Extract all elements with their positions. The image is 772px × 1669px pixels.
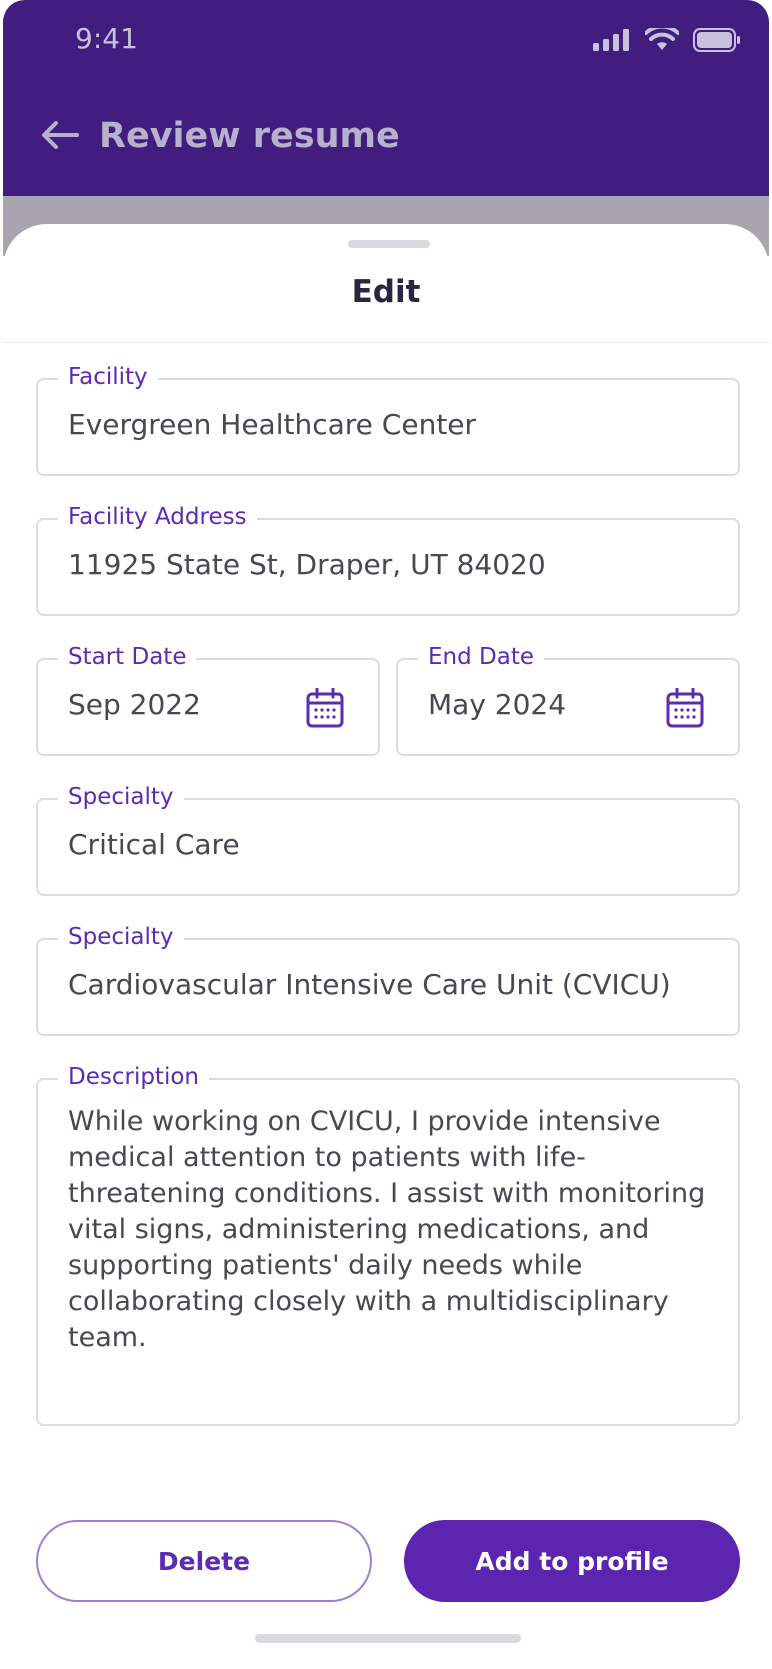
edit-bottom-sheet: Edit Facility Evergreen Healthcare Cente… [3, 224, 769, 1669]
description-textarea[interactable]: Description While working on CVICU, I pr… [36, 1062, 740, 1426]
facility-address-value: 11925 State St, Draper, UT 84020 [68, 548, 546, 581]
calendar-icon[interactable] [306, 687, 344, 732]
description-label: Description [58, 1062, 209, 1092]
signal-icon [593, 29, 631, 51]
top-app-bar: 9:41 Review resume [3, 0, 769, 196]
end-date-value: May 2024 [428, 688, 567, 721]
back-arrow-icon[interactable] [41, 120, 79, 154]
start-date-label: Start Date [58, 642, 197, 672]
sub-specialty-label: Specialty [58, 922, 184, 952]
specialty-value: Critical Care [68, 828, 240, 861]
wifi-icon [645, 28, 679, 52]
sheet-grabber[interactable] [348, 240, 430, 248]
sub-specialty-field[interactable]: Specialty Cardiovascular Intensive Care … [36, 922, 740, 1036]
specialty-field[interactable]: Specialty Critical Care [36, 782, 740, 896]
sheet-title: Edit [351, 274, 421, 310]
facility-label: Facility [58, 362, 158, 392]
description-value: While working on CVICU, I provide intens… [68, 1106, 706, 1353]
end-date-label: End Date [418, 642, 544, 672]
end-date-field[interactable]: End Date May 2024 [396, 642, 740, 756]
sub-specialty-value: Cardiovascular Intensive Care Unit (CVIC… [68, 968, 671, 1001]
facility-field[interactable]: Facility Evergreen Healthcare Center [36, 362, 740, 476]
start-date-field[interactable]: Start Date Sep 2022 [36, 642, 380, 756]
status-time: 9:41 [75, 22, 138, 55]
app-screen: 9:41 Review resume Edit Facility Evergre… [0, 0, 772, 1669]
facility-value: Evergreen Healthcare Center [68, 408, 477, 441]
facility-address-label: Facility Address [58, 502, 257, 532]
facility-address-field[interactable]: Facility Address 11925 State St, Draper,… [36, 502, 740, 616]
battery-icon [693, 28, 741, 52]
start-date-value: Sep 2022 [68, 688, 201, 721]
divider [3, 342, 769, 343]
calendar-icon[interactable] [666, 687, 704, 732]
specialty-label: Specialty [58, 782, 184, 812]
home-indicator [255, 1634, 521, 1643]
delete-button[interactable]: Delete [36, 1520, 372, 1602]
add-to-profile-button[interactable]: Add to profile [404, 1520, 740, 1602]
status-icons [593, 28, 741, 52]
page-title: Review resume [99, 116, 400, 156]
